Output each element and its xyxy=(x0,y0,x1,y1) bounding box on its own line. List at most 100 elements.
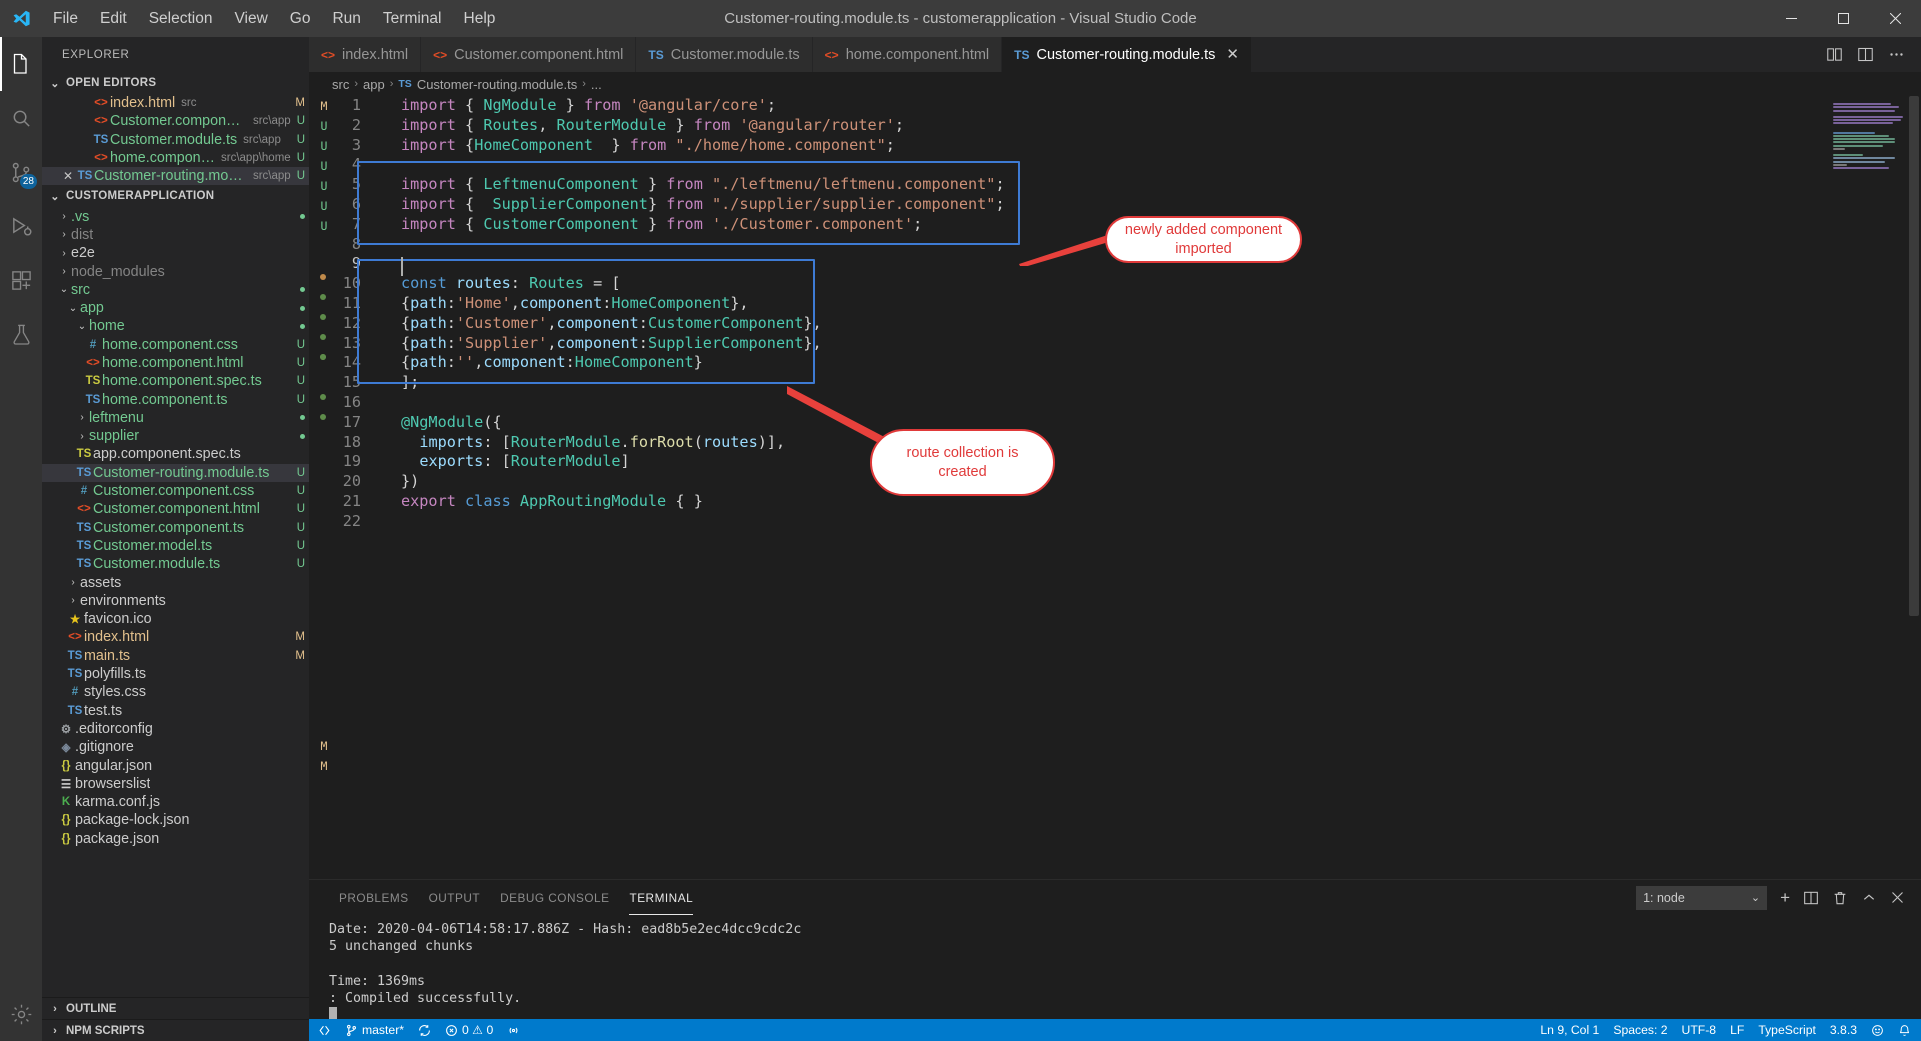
tree-folder-node-modules[interactable]: › node_modules xyxy=(42,262,309,280)
new-terminal-icon[interactable]: + xyxy=(1780,889,1790,906)
tab-home-component-html[interactable]: <> home.component.html xyxy=(812,37,1003,72)
status-indentation[interactable]: Spaces: 2 xyxy=(1606,1019,1674,1041)
tree-file-customer-model-ts[interactable]: TS Customer.model.ts U xyxy=(42,537,309,555)
close-icon[interactable]: ✕ xyxy=(1226,47,1239,62)
menu-run[interactable]: Run xyxy=(321,6,371,32)
panel-tab-debug-console[interactable]: DEBUG CONSOLE xyxy=(490,880,619,915)
chevron-down-icon[interactable]: ⌄ xyxy=(66,303,80,314)
activity-explorer[interactable] xyxy=(0,37,42,91)
chevron-right-icon[interactable]: › xyxy=(57,211,71,222)
breadcrumb-src[interactable]: src xyxy=(332,77,349,92)
tree-file-customer-component-css[interactable]: # Customer.component.css U xyxy=(42,482,309,500)
tree-folder-supplier[interactable]: › supplier xyxy=(42,427,309,445)
minimize-button[interactable] xyxy=(1765,0,1817,37)
breadcrumb-more[interactable]: ... xyxy=(591,77,602,92)
editor-scrollbar[interactable] xyxy=(1907,96,1921,879)
tab-customer-component-html[interactable]: <> Customer.component.html xyxy=(421,37,637,72)
code-editor[interactable]: MUUUUUUMM 1 import { NgModule } from '@an… xyxy=(309,96,1921,879)
open-editor-customer-routing-module-ts[interactable]: ✕ TS Customer-routing.module.ts src\app … xyxy=(42,167,309,186)
tree-file-home-component-spec-ts[interactable]: TS home.component.spec.ts U xyxy=(42,372,309,390)
close-editor-icon[interactable]: ✕ xyxy=(60,169,76,183)
panel-tab-terminal[interactable]: TERMINAL xyxy=(619,880,703,915)
status-ts-version[interactable]: 3.8.3 xyxy=(1823,1019,1864,1041)
chevron-right-icon[interactable]: › xyxy=(75,431,89,442)
chevron-right-icon[interactable]: › xyxy=(75,412,89,423)
activity-source-control[interactable]: 28 xyxy=(0,145,42,199)
tree-file-package-json[interactable]: {} package.json xyxy=(42,830,309,848)
status-feedback-smiley-icon[interactable] xyxy=(1864,1019,1891,1041)
tree-file-customer-routing-module-ts[interactable]: TS Customer-routing.module.ts U xyxy=(42,463,309,482)
tree-file-karma-conf-js[interactable]: Kkarma.conf.js xyxy=(42,793,309,811)
maximize-panel-icon[interactable] xyxy=(1861,890,1877,906)
code-surface[interactable]: 1 import { NgModule } from '@angular/core… xyxy=(339,96,1921,879)
menu-terminal[interactable]: Terminal xyxy=(372,6,453,32)
activity-bar[interactable]: 28 xyxy=(0,37,42,1041)
close-button[interactable] xyxy=(1869,0,1921,37)
terminal-selector[interactable]: 1: node ⌄ xyxy=(1636,885,1768,910)
open-editor-home-component-html[interactable]: <> home.component.html src\app\home U xyxy=(42,149,309,167)
status-ports-icon[interactable] xyxy=(500,1019,527,1041)
tree-file-index-html[interactable]: <> index.html M xyxy=(42,628,309,646)
breadcrumb-file[interactable]: Customer-routing.module.ts xyxy=(417,77,577,92)
open-editor-index-html[interactable]: <> index.html src M xyxy=(42,94,309,112)
editor-tabs[interactable]: <> index.html <> Customer.component.html… xyxy=(309,37,1252,72)
section-open-editors[interactable]: ⌄ OPEN EDITORS xyxy=(42,72,309,94)
window-controls[interactable] xyxy=(1765,0,1921,37)
panel-tab-output[interactable]: OUTPUT xyxy=(419,880,491,915)
status-remote-icon[interactable] xyxy=(309,1019,338,1041)
tree-file-polyfills-ts[interactable]: TS polyfills.ts xyxy=(42,665,309,683)
tree-folder-environments[interactable]: › environments xyxy=(42,592,309,610)
scrollbar-thumb[interactable] xyxy=(1909,96,1919,616)
terminal-output[interactable]: Date: 2020-04-06T14:58:17.886Z - Hash: e… xyxy=(309,915,1921,1019)
tree-file-main-ts[interactable]: TS main.ts M xyxy=(42,647,309,665)
breadcrumb-app[interactable]: app xyxy=(363,77,385,92)
tab-customer-module-ts[interactable]: TS Customer.module.ts xyxy=(636,37,813,72)
tree-file-favicon-ico[interactable]: ★ favicon.ico xyxy=(42,610,309,628)
tree-file-home-component-ts[interactable]: TS home.component.ts U xyxy=(42,390,309,408)
activity-search[interactable] xyxy=(0,91,42,145)
panel-tab-problems[interactable]: PROBLEMS xyxy=(329,880,419,915)
status-notifications-bell-icon[interactable] xyxy=(1891,1019,1921,1041)
chevron-right-icon[interactable]: › xyxy=(57,229,71,240)
activity-manage-gear-icon[interactable] xyxy=(0,987,42,1041)
section-outline[interactable]: › OUTLINE xyxy=(42,997,309,1019)
status-problems[interactable]: 0 ⚠ 0 xyxy=(438,1019,500,1041)
tree-file-test-ts[interactable]: TS test.ts xyxy=(42,702,309,720)
menu-file[interactable]: File xyxy=(42,6,89,32)
split-editor-icon[interactable] xyxy=(1857,46,1874,63)
tree-file-app-component-spec-ts[interactable]: TS app.component.spec.ts xyxy=(42,445,309,463)
activity-run-debug[interactable] xyxy=(0,199,42,253)
tree-folder-vs[interactable]: › .vs xyxy=(42,207,309,225)
menu-bar[interactable]: File Edit Selection View Go Run Terminal… xyxy=(42,6,506,32)
section-workspace[interactable]: ⌄ CUSTOMERAPPLICATION xyxy=(42,185,309,207)
tree-file-browserslist[interactable]: ☰ browserslist xyxy=(42,775,309,793)
open-editor-customer-component-html[interactable]: <> Customer.component.html src\app U xyxy=(42,112,309,130)
tree-folder-dist[interactable]: › dist xyxy=(42,226,309,244)
tab-index-html[interactable]: <> index.html xyxy=(309,37,422,72)
open-editor-customer-module-ts[interactable]: TS Customer.module.ts src\app U xyxy=(42,131,309,149)
chevron-right-icon[interactable]: › xyxy=(57,248,71,259)
tab-customer-routing-module-ts[interactable]: TS Customer-routing.module.ts ✕ xyxy=(1002,37,1252,72)
tree-folder-leftmenu[interactable]: › leftmenu xyxy=(42,409,309,427)
status-encoding[interactable]: UTF-8 xyxy=(1675,1019,1724,1041)
tree-file-gitignore[interactable]: ◈ .gitignore xyxy=(42,738,309,756)
close-panel-icon[interactable] xyxy=(1890,890,1905,905)
tree-file-styles-css[interactable]: # styles.css xyxy=(42,683,309,701)
more-actions-icon[interactable] xyxy=(1888,46,1905,63)
kill-terminal-icon[interactable] xyxy=(1832,890,1848,906)
editor-actions[interactable] xyxy=(1810,37,1921,72)
chevron-right-icon[interactable]: › xyxy=(66,577,80,588)
tree-folder-e2e[interactable]: › e2e xyxy=(42,244,309,262)
status-eol[interactable]: LF xyxy=(1723,1019,1751,1041)
tree-folder-assets[interactable]: › assets xyxy=(42,573,309,591)
tree-file-home-component-css[interactable]: # home.component.css U xyxy=(42,336,309,354)
tree-folder-app[interactable]: ⌄ app xyxy=(42,299,309,317)
tree-file-package-lock-json[interactable]: {} package-lock.json xyxy=(42,811,309,829)
chevron-right-icon[interactable]: › xyxy=(57,266,71,277)
status-language-mode[interactable]: TypeScript xyxy=(1751,1019,1823,1041)
menu-edit[interactable]: Edit xyxy=(89,6,138,32)
tree-folder-src[interactable]: ⌄ src xyxy=(42,281,309,299)
maximize-button[interactable] xyxy=(1817,0,1869,37)
activity-extensions[interactable] xyxy=(0,253,42,307)
section-npm-scripts[interactable]: › NPM SCRIPTS xyxy=(42,1019,309,1041)
